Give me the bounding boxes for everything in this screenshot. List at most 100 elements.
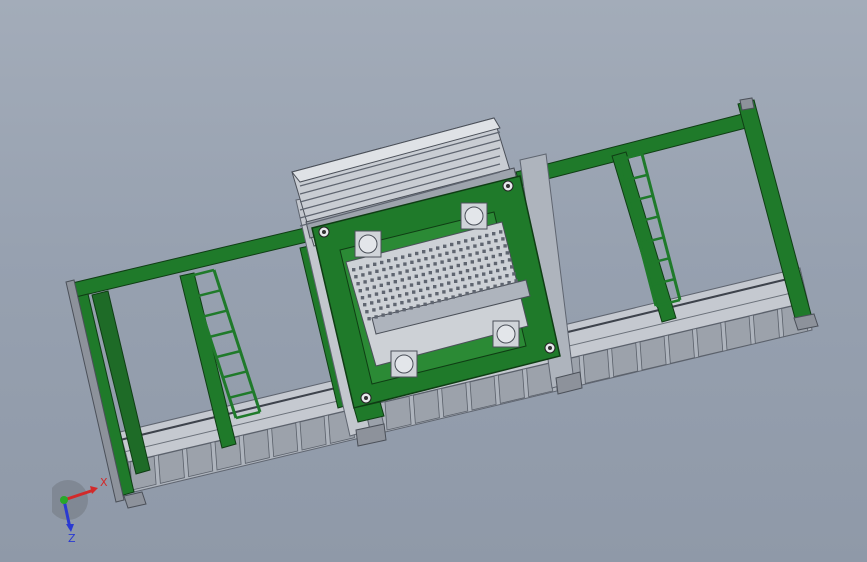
perforation-hole [374, 292, 379, 296]
perforation-hole [442, 290, 446, 294]
perforation-hole [430, 278, 435, 282]
perforation-hole [494, 239, 498, 243]
bearing [394, 354, 414, 374]
perforation-hole [436, 246, 440, 250]
perforation-hole [459, 248, 463, 252]
base-slat [242, 429, 270, 464]
bearing [464, 206, 484, 226]
perforation-hole [464, 239, 468, 243]
perforation-hole [423, 302, 427, 306]
perforation-hole [393, 280, 397, 284]
perforation-hole [381, 290, 386, 294]
perforation-hole [410, 260, 414, 264]
perforation-hole [391, 273, 395, 277]
perforation-hole [400, 301, 404, 305]
perforation-hole [458, 270, 463, 275]
base-slat [752, 309, 780, 344]
perforation-hole [461, 277, 465, 282]
perforation-hole [370, 301, 374, 305]
perforation-hole [424, 257, 428, 261]
perforation-hole [501, 237, 505, 241]
perforation-hole [473, 244, 477, 248]
perforation-hole [381, 313, 385, 317]
perforation-hole [452, 249, 456, 254]
perforation-hole [435, 292, 439, 296]
perforation-hole [487, 240, 491, 245]
graphics-viewport[interactable]: X Z [0, 0, 867, 562]
base-slat [724, 315, 752, 351]
perforation-hole [449, 288, 453, 292]
perforation-hole [500, 260, 505, 264]
perforation-hole [437, 276, 442, 280]
perforation-hole [386, 304, 390, 308]
base-slat [271, 422, 299, 458]
perforation-hole [491, 254, 495, 259]
perforation-hole [363, 280, 367, 284]
perforation-hole [372, 308, 376, 312]
perforation-hole [367, 294, 372, 298]
perforation-hole [419, 265, 423, 270]
perforation-hole [463, 284, 467, 289]
ladder-rung [222, 370, 248, 379]
perforation-hole [359, 266, 363, 270]
perforation-hole [388, 311, 392, 315]
ladder-rung [209, 329, 235, 339]
perforation-hole [498, 275, 502, 280]
perforation-hole [431, 255, 435, 259]
perforation-hole [414, 297, 418, 301]
perforation-hole [438, 253, 442, 257]
perforation-hole [382, 267, 386, 272]
triad-disc [52, 480, 88, 520]
perforation-hole [365, 310, 369, 314]
model-view[interactable] [0, 0, 867, 562]
perforation-hole [402, 285, 407, 289]
perforation-hole [361, 273, 365, 277]
perforation-hole [370, 278, 374, 282]
perforation-hole [403, 262, 407, 266]
perforation-hole [407, 299, 411, 303]
perforation-hole [433, 285, 437, 289]
perforation-hole [503, 244, 507, 248]
perforation-hole [475, 274, 479, 278]
bearing [496, 324, 516, 344]
perforation-hole [450, 242, 454, 247]
perforation-hole [471, 237, 475, 241]
perforation-hole [412, 267, 416, 271]
perforation-hole [384, 274, 388, 279]
perforation-hole [401, 255, 405, 259]
perforation-hole [472, 267, 477, 271]
base-slat [157, 449, 185, 484]
perforation-hole [386, 281, 390, 286]
perforation-hole [398, 271, 402, 275]
perforation-hole [486, 286, 490, 290]
perforation-hole [395, 309, 399, 314]
base-slat [469, 375, 497, 411]
perforation-hole [510, 265, 514, 269]
perforation-hole [429, 248, 433, 252]
perforation-hole [372, 285, 376, 289]
perforation-hole [377, 276, 381, 280]
perforation-hole [443, 244, 447, 248]
perforation-hole [377, 299, 381, 303]
perforation-hole [414, 274, 418, 278]
perforation-hole [505, 251, 509, 255]
perforation-hole [407, 276, 411, 280]
perforation-hole [415, 251, 419, 256]
base-slat [497, 369, 525, 404]
perforation-hole [484, 279, 488, 283]
perforation-hole [499, 230, 503, 234]
perforation-hole [384, 297, 388, 301]
ladder-rung [196, 289, 221, 298]
perforation-hole [352, 268, 356, 272]
perforation-hole [444, 274, 449, 278]
perforation-hole [451, 295, 455, 299]
bearing [358, 234, 378, 254]
perforation-hole [398, 294, 402, 298]
perforation-hole [405, 269, 409, 273]
perforation-hole [468, 276, 472, 280]
perforation-hole [417, 258, 421, 263]
perforation-hole [456, 286, 460, 290]
perforation-hole [394, 257, 398, 261]
base-slat [384, 395, 412, 431]
perforation-hole [393, 302, 397, 307]
